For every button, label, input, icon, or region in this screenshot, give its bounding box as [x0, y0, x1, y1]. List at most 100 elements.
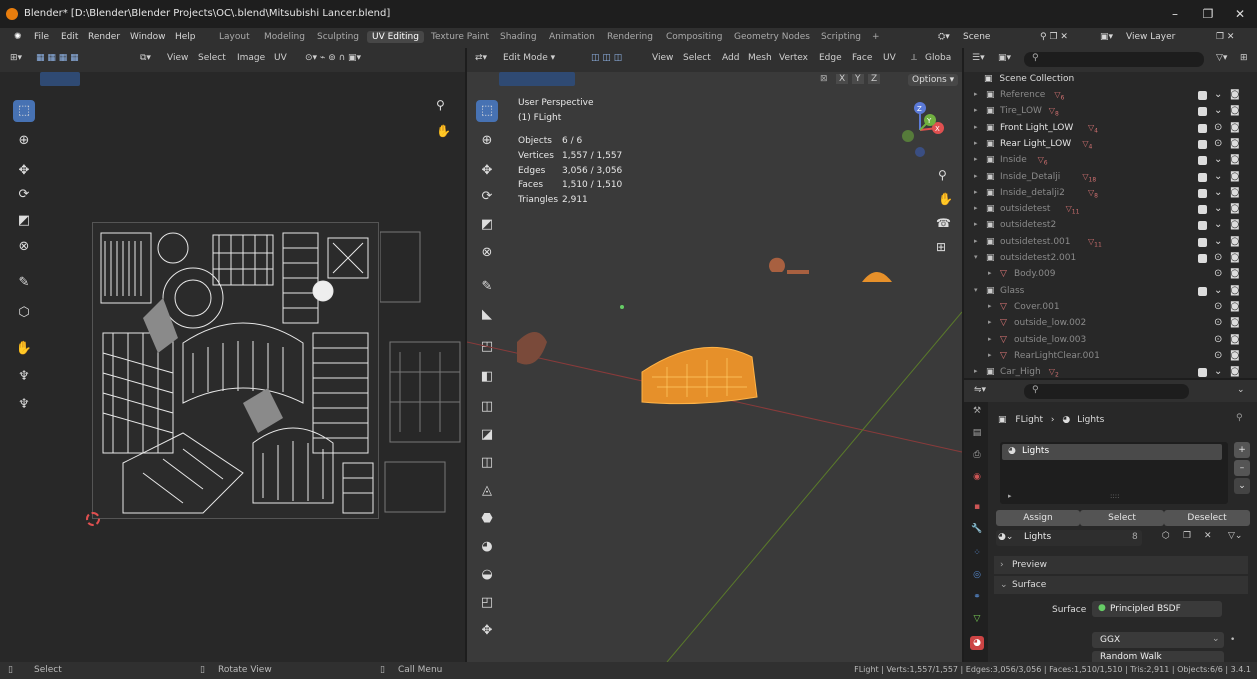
visibility-eye-icon[interactable]: ⊙: [1214, 122, 1222, 133]
disclosure-arrow-icon[interactable]: ▸: [974, 237, 978, 245]
deselect-button[interactable]: Deselect: [1164, 510, 1250, 526]
viewport-editor-type-icon[interactable]: ⇄▾: [475, 53, 487, 63]
uv-menu-select[interactable]: Select: [198, 53, 226, 63]
disclosure-arrow-icon[interactable]: ▸: [988, 269, 992, 277]
rotate-tool-icon[interactable]: ⟳: [13, 184, 35, 206]
output-tab-icon[interactable]: ⎙: [970, 448, 984, 462]
visibility-eye-icon[interactable]: ⊙: [1214, 138, 1222, 149]
uv-menu-view[interactable]: View: [167, 53, 188, 63]
navigation-gizmo[interactable]: Z Y X: [890, 100, 950, 160]
render-camera-icon[interactable]: ◙: [1230, 366, 1240, 377]
outliner-row[interactable]: ▸ ▣ Inside ▽6 ⌄ ◙: [964, 152, 1248, 169]
vp-zoom-icon[interactable]: ⚲: [938, 168, 947, 182]
exclude-checkbox[interactable]: [1198, 287, 1207, 296]
display-mode-icon[interactable]: ▣▾: [998, 53, 1011, 63]
disclosure-arrow-icon[interactable]: ▸: [974, 155, 978, 163]
visibility-eye-icon[interactable]: ⌄: [1214, 171, 1222, 182]
exclude-checkbox[interactable]: [1198, 368, 1207, 377]
render-camera-icon[interactable]: ◙: [1230, 350, 1240, 361]
tab-shading[interactable]: Shading: [495, 31, 542, 43]
tab-compositing[interactable]: Compositing: [661, 31, 727, 43]
render-tab-icon[interactable]: ▤: [970, 426, 984, 440]
visibility-eye-icon[interactable]: ⊙: [1214, 301, 1222, 312]
render-camera-icon[interactable]: ◙: [1230, 122, 1240, 133]
menu-help[interactable]: Help: [175, 32, 196, 42]
render-camera-icon[interactable]: ◙: [1230, 138, 1240, 149]
sticky-select-icon[interactable]: ⧉▾: [140, 53, 151, 63]
visibility-eye-icon[interactable]: ⌄: [1214, 203, 1222, 214]
visibility-eye-icon[interactable]: ⌄: [1214, 105, 1222, 116]
exclude-checkbox[interactable]: [1198, 124, 1207, 133]
render-camera-icon[interactable]: ◙: [1230, 171, 1240, 182]
material-slot-list[interactable]: ◕ Lights ▸ ::::: [1000, 442, 1228, 504]
scene-selector[interactable]: Scene: [963, 32, 990, 42]
pinch-tool-icon[interactable]: ♆: [13, 394, 35, 416]
outliner-editor-type-icon[interactable]: ☰▾: [972, 53, 985, 63]
outliner-row[interactable]: ▸ ▽ Body.009 ⊙ ◙: [964, 266, 1248, 283]
exclude-checkbox[interactable]: [1198, 173, 1207, 182]
filter-icon[interactable]: ▽▾: [1216, 53, 1227, 63]
scene-collection-row[interactable]: ▣ Scene Collection: [984, 74, 1074, 84]
props-options-icon[interactable]: ⌄: [1237, 385, 1245, 395]
uv-zoom-icon[interactable]: ⚲: [436, 98, 445, 112]
outliner-row[interactable]: ▸ ▣ Reference ▽6 ⌄ ◙: [964, 87, 1248, 104]
disclosure-arrow-icon[interactable]: ▸: [974, 90, 978, 98]
fake-user-icon[interactable]: ⬡: [1162, 531, 1170, 541]
outliner-row[interactable]: ▸ ▣ Tire_LOW ▽8 ⌄ ◙: [964, 103, 1248, 120]
outliner-row[interactable]: ▸ ▣ outsidetest.001 ▽11 ⌄ ◙: [964, 234, 1248, 251]
render-camera-icon[interactable]: ◙: [1230, 105, 1240, 116]
outliner-row[interactable]: ▸ ▽ Cover.001 ⊙ ◙: [964, 299, 1248, 316]
surface-shader-field[interactable]: ● Principled BSDF: [1092, 601, 1222, 617]
tab-layout[interactable]: Layout: [214, 31, 255, 43]
exclude-checkbox[interactable]: [1198, 107, 1207, 116]
add-workspace-button[interactable]: +: [867, 31, 885, 43]
slot-resize-handle[interactable]: ::::: [1110, 492, 1119, 500]
outliner-row[interactable]: ▸ ▣ outsidetest ▽11 ⌄ ◙: [964, 201, 1248, 218]
vp-menu-mesh[interactable]: Mesh: [748, 53, 772, 63]
outliner-row[interactable]: ▸ ▽ outside_low.002 ⊙ ◙: [964, 315, 1248, 332]
disclosure-arrow-icon[interactable]: ▸: [988, 335, 992, 343]
move-tool-icon[interactable]: ✥: [13, 160, 35, 182]
outliner-row[interactable]: ▾ ▣ Glass ⌄ ◙: [964, 283, 1248, 300]
disclosure-arrow-icon[interactable]: ▸: [974, 204, 978, 212]
visibility-eye-icon[interactable]: ⌄: [1214, 366, 1222, 377]
render-camera-icon[interactable]: ◙: [1230, 285, 1240, 296]
expand-slot-icon[interactable]: ▸: [1008, 492, 1012, 500]
close-button[interactable]: ✕: [1225, 4, 1255, 24]
outliner-row[interactable]: ▸ ▣ Inside_detalji2 ▽8 ⌄ ◙: [964, 185, 1248, 202]
material-tab-icon[interactable]: ◕: [970, 636, 984, 650]
material-selector[interactable]: ◕⌄ Lights 8: [996, 530, 1142, 546]
tab-sculpting[interactable]: Sculpting: [312, 31, 364, 43]
visibility-eye-icon[interactable]: ⌄: [1214, 154, 1222, 165]
outliner-row[interactable]: ▾ ▣ outsidetest2.001 ⊙ ◙: [964, 250, 1248, 267]
outliner-row[interactable]: ▸ ▣ Inside_Detalji ▽18 ⌄ ◙: [964, 169, 1248, 186]
select-button[interactable]: Select: [1080, 510, 1164, 526]
pin-icon[interactable]: ⚲: [1236, 413, 1243, 423]
unlink-material-icon[interactable]: ✕: [1204, 531, 1212, 541]
camera-view-icon[interactable]: ☎: [936, 216, 951, 230]
menu-window[interactable]: Window: [130, 32, 166, 42]
render-camera-icon[interactable]: ◙: [1230, 317, 1240, 328]
visibility-eye-icon[interactable]: ⌄: [1214, 187, 1222, 198]
render-camera-icon[interactable]: ◙: [1230, 301, 1240, 312]
object-tab-icon[interactable]: ▪: [970, 500, 984, 514]
view-layer-actions[interactable]: ❐ ✕: [1216, 32, 1234, 42]
render-camera-icon[interactable]: ◙: [1230, 219, 1240, 230]
visibility-eye-icon[interactable]: ⌄: [1214, 285, 1222, 296]
uv-select-mode-icons[interactable]: ▦ ▦ ▦ ▦: [36, 53, 79, 63]
remove-slot-button[interactable]: –: [1234, 460, 1250, 476]
keyframe-dot-icon[interactable]: •: [1230, 635, 1235, 645]
uv-canvas[interactable]: [92, 222, 379, 519]
visibility-eye-icon[interactable]: ⊙: [1214, 350, 1222, 361]
menu-edit[interactable]: Edit: [61, 32, 78, 42]
outliner-row[interactable]: ▸ ▽ RearLightClear.001 ⊙ ◙: [964, 348, 1248, 365]
props-editor-type-icon[interactable]: ⇋▾: [974, 385, 986, 395]
uv-sync-buttons[interactable]: [40, 72, 80, 86]
disclosure-arrow-icon[interactable]: ▸: [988, 351, 992, 359]
outliner-row[interactable]: ▸ ▣ Car_High ▽2 ⌄ ◙: [964, 364, 1248, 381]
tool-tab-icon[interactable]: ⚒: [970, 404, 984, 418]
disclosure-arrow-icon[interactable]: ▸: [974, 172, 978, 180]
render-camera-icon[interactable]: ◙: [1230, 187, 1240, 198]
new-collection-icon[interactable]: ⊞: [1240, 53, 1248, 63]
exclude-checkbox[interactable]: [1198, 140, 1207, 149]
